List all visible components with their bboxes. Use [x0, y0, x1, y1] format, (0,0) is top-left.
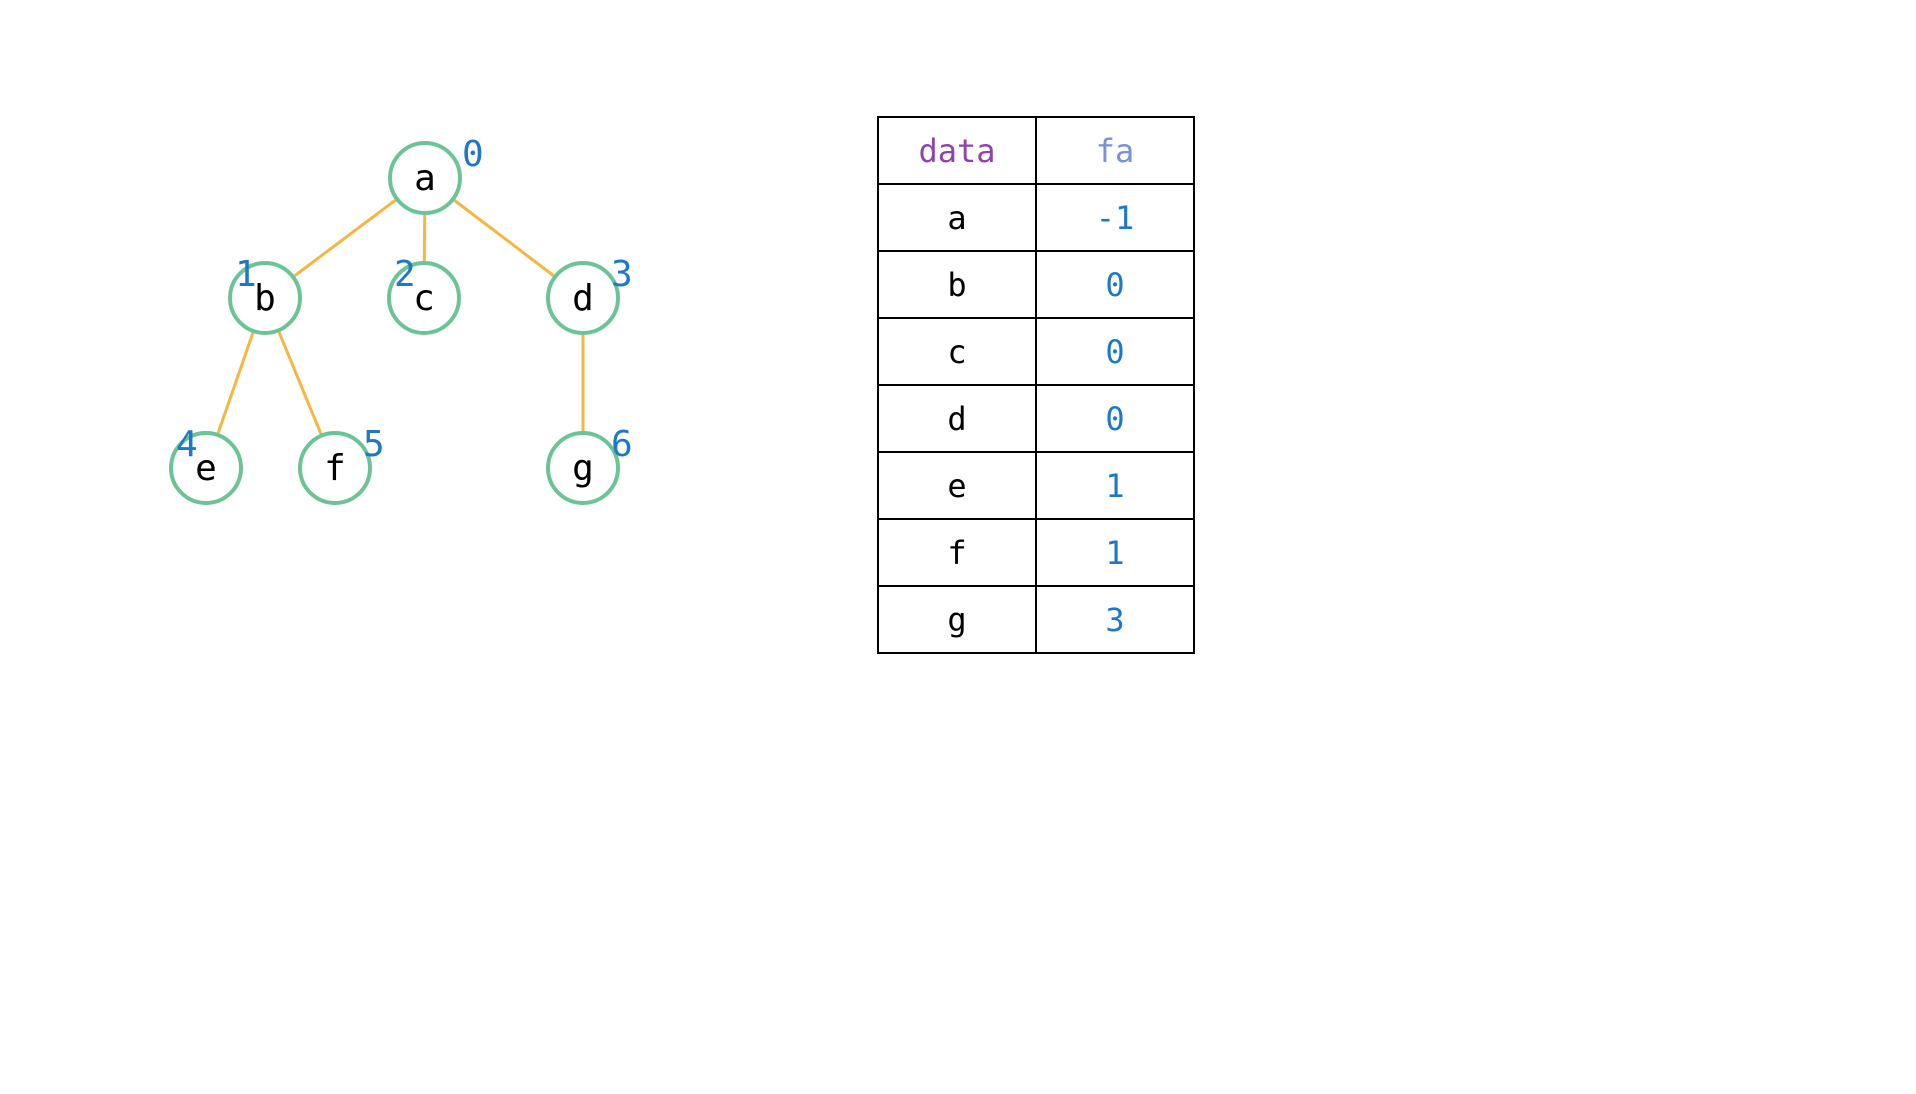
table-header-row: data fa	[878, 117, 1194, 184]
cell-fa: 1	[1036, 519, 1194, 586]
node-index-f: 5	[363, 424, 385, 465]
cell-data: g	[878, 586, 1036, 653]
table-row: a-1	[878, 184, 1194, 251]
tree-edges	[0, 0, 800, 700]
cell-data: c	[878, 318, 1036, 385]
table-row: d0	[878, 385, 1194, 452]
diagram-stage: a0b1c2d3e4f5g6 data fa a-1b0c0d0e1f1g3	[0, 0, 1916, 1094]
table-row: g3	[878, 586, 1194, 653]
cell-data: f	[878, 519, 1036, 586]
table-row: e1	[878, 452, 1194, 519]
cell-data: d	[878, 385, 1036, 452]
tree-node-d: d	[546, 261, 620, 335]
tree-node-f: f	[298, 431, 372, 505]
cell-fa: 1	[1036, 452, 1194, 519]
tree-edge-b-f	[279, 332, 321, 434]
cell-fa: 0	[1036, 385, 1194, 452]
node-index-c: 2	[394, 254, 416, 295]
node-index-b: 1	[235, 254, 257, 295]
tree-node-g: g	[546, 431, 620, 505]
cell-data: b	[878, 251, 1036, 318]
cell-data: e	[878, 452, 1036, 519]
tree-edge-b-e	[218, 333, 253, 433]
tree-node-a: a	[388, 141, 462, 215]
cell-data: a	[878, 184, 1036, 251]
table-row: b0	[878, 251, 1194, 318]
cell-fa: 0	[1036, 251, 1194, 318]
node-index-e: 4	[176, 424, 198, 465]
col-header-fa: fa	[1036, 117, 1194, 184]
cell-fa: -1	[1036, 184, 1194, 251]
cell-fa: 3	[1036, 586, 1194, 653]
table-row: f1	[878, 519, 1194, 586]
tree-edge-a-b	[295, 200, 396, 276]
cell-fa: 0	[1036, 318, 1194, 385]
node-index-d: 3	[611, 254, 633, 295]
parent-array-table: data fa a-1b0c0d0e1f1g3	[877, 116, 1195, 654]
node-index-a: 0	[462, 134, 484, 175]
table-row: c0	[878, 318, 1194, 385]
node-index-g: 6	[611, 424, 633, 465]
tree-edge-a-d	[454, 200, 553, 275]
col-header-data: data	[878, 117, 1036, 184]
